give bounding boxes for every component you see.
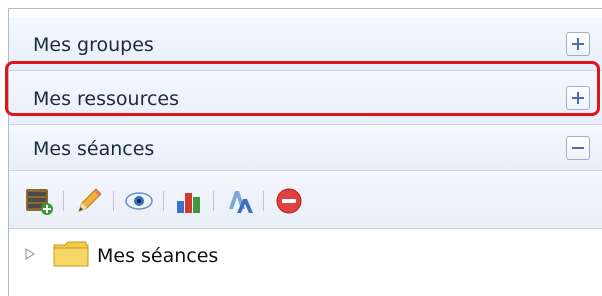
spellcheck-icon[interactable] (223, 185, 255, 217)
accordion-label: Mes ressources (33, 88, 179, 110)
delete-icon[interactable] (273, 185, 305, 217)
expand-button[interactable] (566, 86, 590, 110)
statistics-chart-icon[interactable] (173, 185, 205, 217)
tree-node-mes-seances[interactable]: Mes séances (9, 231, 602, 275)
sidebar-panel: Mes groupes Mes ressources Mes séances M… (8, 8, 602, 296)
plus-icon (572, 38, 584, 50)
expand-arrow-icon[interactable] (25, 248, 35, 260)
plus-icon (572, 92, 584, 104)
sessions-toolbar (9, 171, 602, 229)
tree-node-label: Mes séances (97, 245, 219, 267)
toolbar-separator (113, 191, 114, 211)
minus-icon (572, 147, 584, 149)
accordion-label: Mes groupes (33, 34, 154, 56)
collapse-button[interactable] (566, 136, 590, 160)
toolbar-separator (213, 191, 214, 211)
view-eye-icon[interactable] (123, 185, 155, 217)
toolbar-separator (63, 191, 64, 211)
accordion-header-mes-ressources[interactable]: Mes ressources (9, 71, 602, 125)
accordion-header-mes-seances[interactable]: Mes séances (9, 125, 602, 171)
accordion-label: Mes séances (33, 138, 155, 160)
edit-pencil-icon[interactable] (73, 185, 105, 217)
accordion-header-mes-groupes[interactable]: Mes groupes (9, 17, 602, 71)
toolbar-separator (263, 191, 264, 211)
folder-icon (53, 241, 89, 267)
toolbar-separator (163, 191, 164, 211)
expand-button[interactable] (566, 32, 590, 56)
new-session-icon[interactable] (23, 185, 55, 217)
